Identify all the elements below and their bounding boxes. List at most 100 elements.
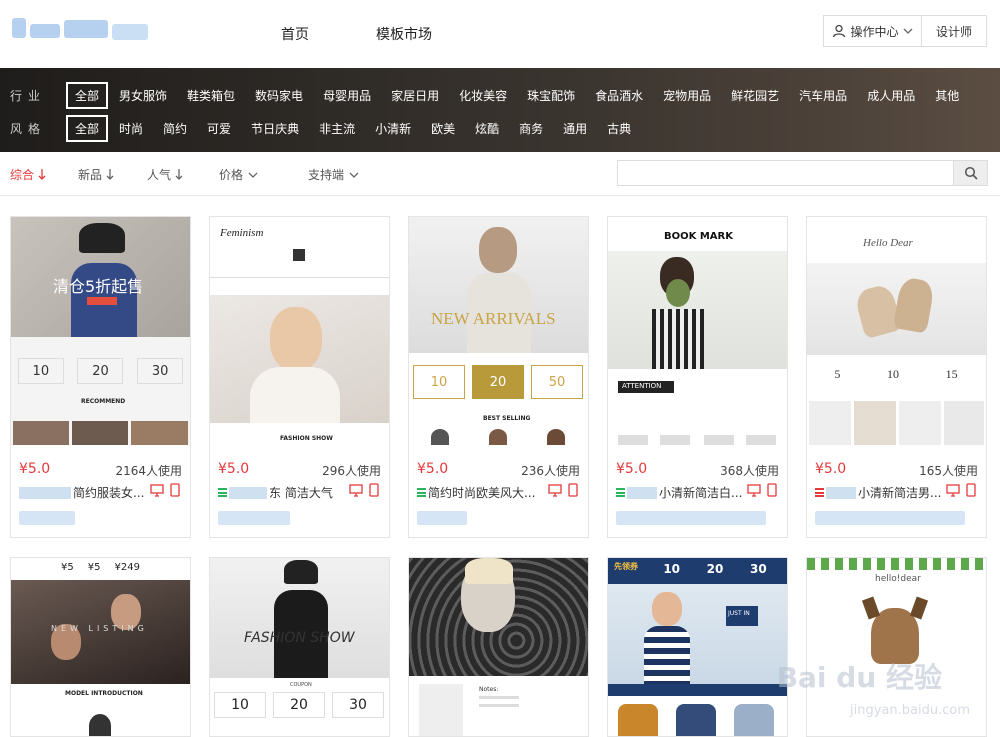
template-price: ¥5.0 [218, 461, 249, 477]
template-card[interactable]: Feminism FASHION SHOW ¥5.0 296人使用 东 简洁大气 [209, 216, 390, 538]
template-card[interactable]: ¥5 ¥5 ¥249 NEW LISTING MODEL INTRODUCTIO… [10, 557, 191, 737]
card-info: ¥5.0 2164人使用 简约服装女... [11, 445, 190, 537]
style-option[interactable]: 小清新 [375, 120, 411, 137]
industry-option[interactable]: 男女服饰 [119, 87, 167, 104]
industry-option[interactable]: 成人用品 [867, 87, 915, 104]
template-price: ¥5.0 [815, 461, 846, 477]
industry-option[interactable]: 鲜花园艺 [731, 87, 779, 104]
template-thumbnail: 先领券 10 20 30 JUST IN [608, 558, 787, 737]
coupon: ¥5 [88, 562, 101, 578]
operation-center-dropdown[interactable]: 操作中心 [824, 16, 922, 46]
section-title: ATTENTION [622, 382, 661, 390]
industry-option[interactable]: 家居日用 [391, 87, 439, 104]
template-name[interactable]: 小清新简洁男... [815, 484, 943, 501]
industry-option[interactable]: 汽车用品 [799, 87, 847, 104]
sort-platform[interactable]: 支持端 [308, 166, 360, 183]
coupon: 5 [834, 367, 840, 382]
coupon: 10 [663, 562, 680, 580]
coupon: 20 [707, 562, 724, 580]
coupon: 30 [332, 692, 384, 718]
pc-icon [150, 483, 164, 497]
template-name[interactable]: 简约时尚欧美风大... [417, 484, 545, 501]
industry-option-all[interactable]: 全部 [66, 82, 108, 109]
arrow-down-icon [106, 169, 114, 180]
template-price: ¥5.0 [19, 461, 50, 477]
sort-popularity[interactable]: 人气 [147, 166, 183, 183]
pc-icon [349, 483, 363, 497]
industry-option[interactable]: 化妆美容 [459, 87, 507, 104]
template-thumbnail: Hello Dear 5 10 15 [807, 217, 986, 445]
industry-option[interactable]: 其他 [935, 87, 959, 104]
style-option[interactable]: 欧美 [431, 120, 455, 137]
template-card[interactable]: NEW ARRIVALS 10 20 50 BEST SELLING ¥5.0 … [408, 216, 589, 538]
template-price: ¥5.0 [417, 461, 448, 477]
industry-option[interactable]: 食品酒水 [595, 87, 643, 104]
mobile-icon [964, 483, 978, 497]
template-card[interactable]: 清仓5折起售 10 20 30 RECOMMEND ¥5.0 2164人使用 简… [10, 216, 191, 538]
nav-home[interactable]: 首页 [281, 24, 309, 44]
style-option[interactable]: 简约 [163, 120, 187, 137]
card-info: ¥5.0 296人使用 东 简洁大气 [210, 445, 389, 537]
arrow-down-icon [38, 169, 46, 180]
mobile-icon [367, 483, 381, 497]
style-label: 风格 [10, 120, 50, 137]
coupon: 30 [137, 358, 183, 384]
style-option[interactable]: 炫酷 [475, 120, 499, 137]
sort-price[interactable]: 价格 [219, 166, 259, 183]
template-card[interactable]: 先领券 10 20 30 JUST IN [607, 557, 788, 737]
user-icon [832, 24, 846, 38]
pc-icon [548, 483, 562, 497]
pc-icon [747, 483, 761, 497]
mobile-icon [765, 483, 779, 497]
template-name[interactable]: 简约服装女... [19, 484, 147, 501]
industry-option[interactable]: 鞋类箱包 [187, 87, 235, 104]
industry-option[interactable]: 数码家电 [255, 87, 303, 104]
usage-count: 165人使用 [919, 462, 978, 479]
top-header: 首页 模板市场 操作中心 设计师 [0, 0, 1000, 68]
template-price: ¥5.0 [616, 461, 647, 477]
sort-newest[interactable]: 新品 [78, 166, 114, 183]
template-search [617, 160, 988, 186]
style-option[interactable]: 节日庆典 [251, 120, 299, 137]
coupon: 30 [750, 562, 767, 580]
style-option-all[interactable]: 全部 [66, 115, 108, 142]
coupon: 50 [531, 365, 583, 399]
style-option[interactable]: 非主流 [319, 120, 355, 137]
style-option[interactable]: 通用 [563, 120, 587, 137]
industry-option[interactable]: 母婴用品 [323, 87, 371, 104]
template-thumbnail: NEW ARRIVALS 10 20 50 BEST SELLING [409, 217, 588, 445]
designer-button[interactable]: 设计师 [922, 16, 986, 46]
industry-label: 行业 [10, 87, 50, 104]
style-option[interactable]: 可爱 [207, 120, 231, 137]
template-card[interactable]: hello!dear [806, 557, 987, 737]
usage-count: 296人使用 [322, 462, 381, 479]
search-button[interactable] [953, 161, 987, 185]
chevron-down-icon [247, 170, 259, 180]
industry-options: 全部 男女服饰 鞋类箱包 数码家电 母婴用品 家居日用 化妆美容 珠宝配饰 食品… [66, 82, 979, 109]
template-name[interactable]: 东 简洁大气 [218, 484, 346, 501]
site-logo[interactable] [12, 14, 152, 44]
template-name[interactable]: 小清新简洁白... [616, 484, 744, 501]
industry-option[interactable]: 宠物用品 [663, 87, 711, 104]
sort-comprehensive[interactable]: 综合 [10, 166, 46, 183]
nav-template-market[interactable]: 模板市场 [376, 24, 432, 44]
banner-title: Hello Dear [863, 237, 913, 249]
chevron-down-icon [348, 170, 360, 180]
industry-option[interactable]: 珠宝配饰 [527, 87, 575, 104]
template-card[interactable]: FASHION SHOW COUPON 10 20 30 [209, 557, 390, 737]
template-thumbnail: FASHION SHOW COUPON 10 20 30 [210, 558, 389, 737]
template-card[interactable]: BOOK MARK ATTENTION ¥5.0 368人使用 小清新简洁白..… [607, 216, 788, 538]
section-title: COUPON [290, 682, 312, 688]
style-option[interactable]: 古典 [607, 120, 631, 137]
search-input[interactable] [618, 161, 953, 185]
coupon: 10 [214, 692, 266, 718]
style-option[interactable]: 商务 [519, 120, 543, 137]
author-name [616, 511, 766, 525]
banner-title: NEW LISTING [51, 624, 148, 633]
style-option[interactable]: 时尚 [119, 120, 143, 137]
banner-title: Feminism [220, 227, 263, 239]
sort-label: 新品 [78, 166, 102, 183]
template-card[interactable]: Hello Dear 5 10 15 ¥5.0 165人使用 小清新简洁男... [806, 216, 987, 538]
section-title: JUST IN [728, 610, 750, 617]
template-card[interactable]: Notes: [408, 557, 589, 737]
